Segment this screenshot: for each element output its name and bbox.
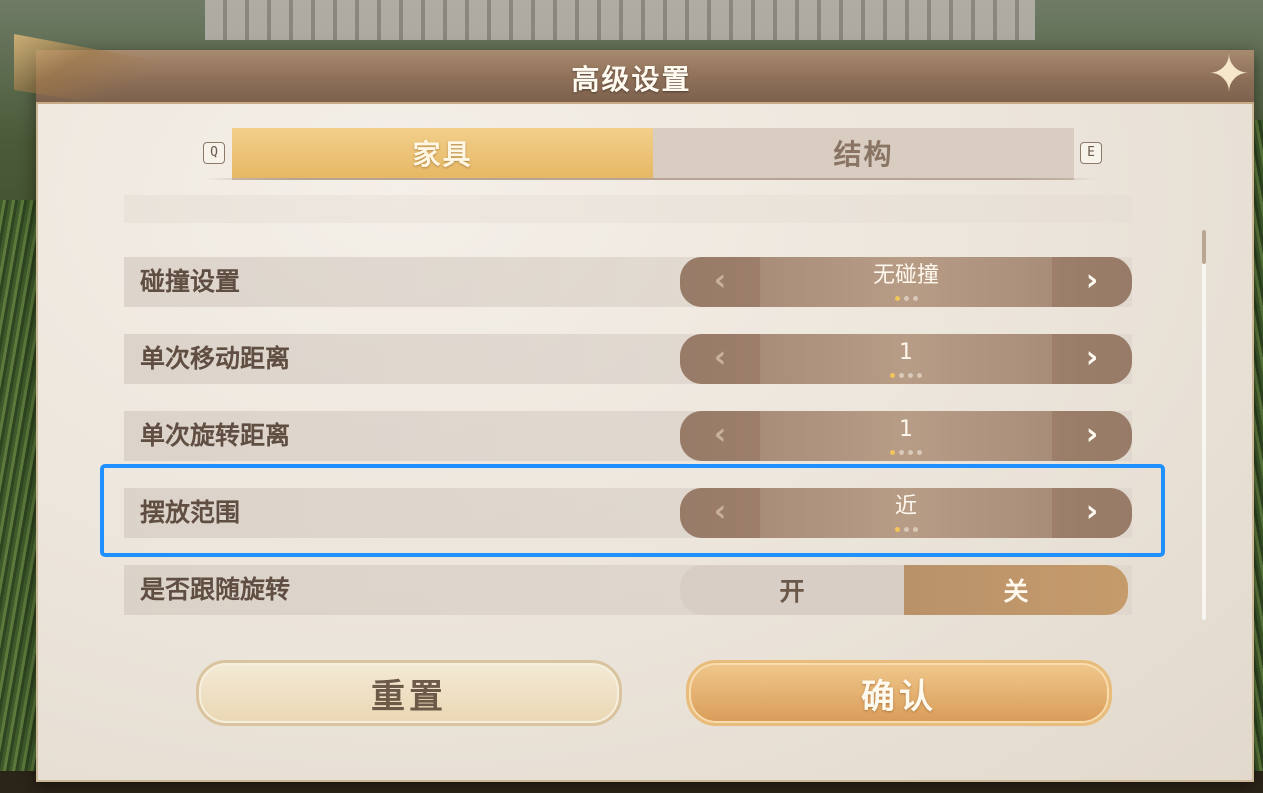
tab-furniture[interactable]: 家具 bbox=[232, 128, 653, 178]
toggle-off-option[interactable]: 关 bbox=[904, 565, 1128, 615]
tab-prev-key-hint[interactable]: Q bbox=[203, 142, 225, 164]
scrollbar-thumb[interactable] bbox=[1202, 230, 1206, 264]
move-distance-selector: ‹ 1 › bbox=[680, 334, 1132, 384]
setting-label: 单次移动距离 bbox=[140, 344, 291, 373]
tab-structure[interactable]: 结构 bbox=[653, 128, 1074, 178]
scrollbar[interactable] bbox=[1202, 230, 1206, 620]
chevron-right-icon[interactable]: › bbox=[1052, 257, 1132, 307]
selector-value: 无碰撞 bbox=[872, 263, 939, 288]
setting-label: 是否跟随旋转 bbox=[140, 575, 291, 604]
tab-bar: 家具 结构 bbox=[232, 128, 1074, 180]
reset-button[interactable]: 重置 bbox=[196, 660, 622, 726]
setting-label: 碰撞设置 bbox=[140, 267, 241, 296]
setting-row-rotate-distance: 单次旋转距离 ‹ 1 › bbox=[124, 411, 1132, 461]
setting-row-collision: 碰撞设置 ‹ 无碰撞 › bbox=[124, 257, 1132, 307]
panel-title: 高级设置 bbox=[571, 63, 692, 96]
collision-selector: ‹ 无碰撞 › bbox=[680, 257, 1132, 307]
chevron-right-icon[interactable]: › bbox=[1052, 411, 1132, 461]
setting-label: 单次旋转距离 bbox=[140, 421, 291, 450]
settings-list[interactable]: 碰撞设置 ‹ 无碰撞 › 单次移动距离 ‹ 1 › 单次旋转距离 ‹ 1 › 摆… bbox=[124, 195, 1132, 623]
tab-next-key-hint[interactable]: E bbox=[1080, 142, 1102, 164]
selection-highlight bbox=[100, 464, 1165, 557]
rotate-distance-selector: ‹ 1 › bbox=[680, 411, 1132, 461]
background-building bbox=[205, 0, 1035, 40]
follow-rotation-toggle: 开 关 bbox=[680, 565, 1128, 615]
background-grass-left bbox=[0, 200, 40, 793]
toggle-on-option[interactable]: 开 bbox=[680, 565, 904, 615]
setting-row-follow-rotation: 是否跟随旋转 开 关 bbox=[124, 565, 1132, 615]
tab-divider bbox=[205, 178, 1098, 180]
selector-value: 1 bbox=[899, 340, 913, 365]
confirm-button[interactable]: 确认 bbox=[686, 660, 1112, 726]
list-item-partial bbox=[124, 195, 1132, 223]
selector-value: 1 bbox=[899, 417, 913, 442]
setting-row-move-distance: 单次移动距离 ‹ 1 › bbox=[124, 334, 1132, 384]
chevron-right-icon[interactable]: › bbox=[1052, 334, 1132, 384]
